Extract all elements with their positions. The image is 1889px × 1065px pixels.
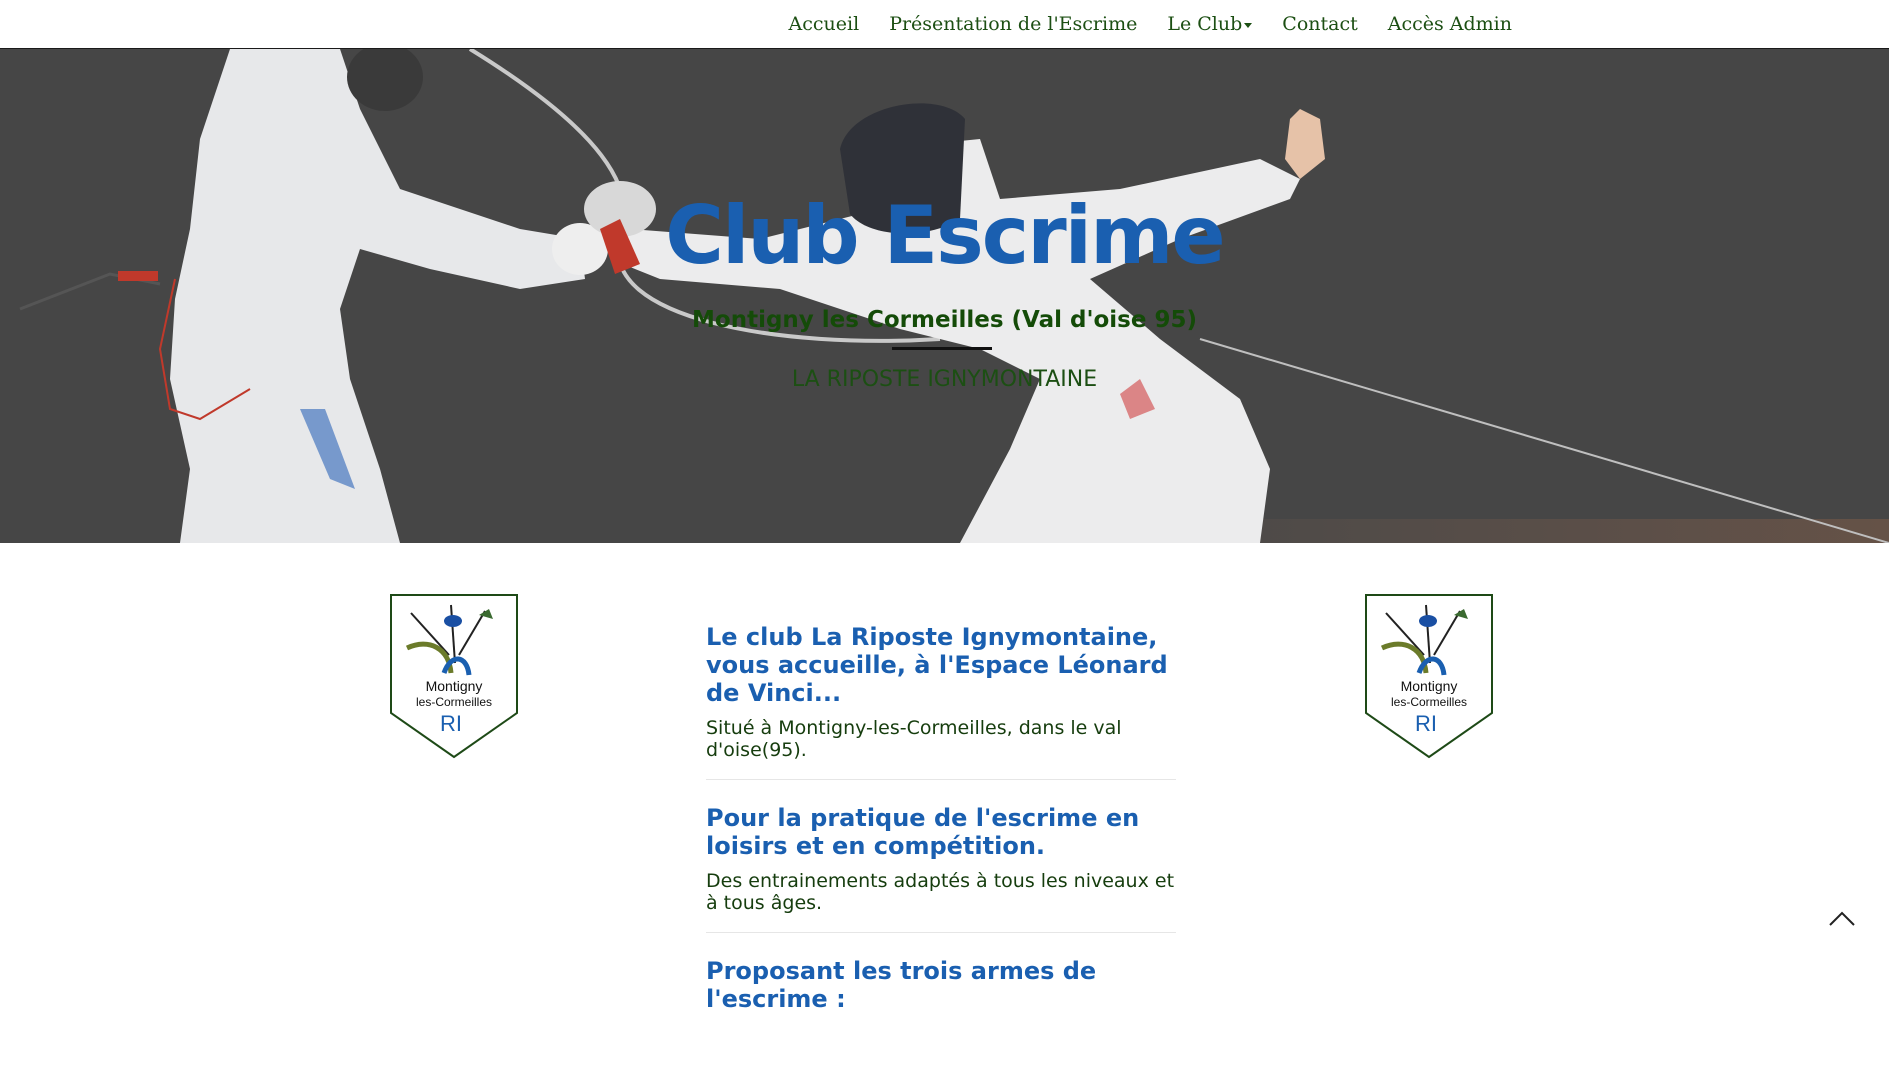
hero-banner: Club Escrime Montigny les Cormeilles (Va… — [0, 49, 1889, 543]
caret-down-icon — [1244, 22, 1253, 28]
nav-link-presentation[interactable]: Présentation de l'Escrime — [889, 13, 1137, 35]
nav-link-le-club-label: Le Club — [1167, 13, 1243, 35]
logo-text-initials: RI — [1415, 711, 1437, 736]
nav-link-contact[interactable]: Contact — [1282, 13, 1357, 35]
nav-link-le-club[interactable]: Le Club — [1167, 13, 1253, 35]
feature-list: Le club La Riposte Ignymontaine, vous ac… — [706, 623, 1176, 1065]
club-logo-left: Montigny les-Cormeilles RI — [390, 594, 518, 759]
scroll-to-top-icon[interactable] — [1828, 908, 1856, 928]
nav-link-accueil[interactable]: Accueil — [789, 13, 860, 35]
feature-item: Le club La Riposte Ignymontaine, vous ac… — [706, 623, 1176, 780]
hero-subtitle: Montigny les Cormeilles (Val d'oise 95) — [692, 307, 1197, 333]
logo-text-cormeilles: les-Cormeilles — [1391, 695, 1467, 709]
feature-title: Proposant les trois armes de l'escrime : — [706, 957, 1097, 1013]
club-logo-right: Montigny les-Cormeilles RI — [1365, 594, 1493, 759]
nav-menu: Accueil Présentation de l'Escrime Le Clu… — [789, 0, 1512, 48]
feature-text: Situé à Montigny-les-Cormeilles, dans le… — [706, 717, 1122, 761]
feature-title: Le club La Riposte Ignymontaine, vous ac… — [706, 623, 1168, 707]
logo-text-montigny: Montigny — [426, 678, 483, 694]
feature-item: Proposant les trois armes de l'escrime : — [706, 957, 1176, 1041]
hero-divider — [892, 347, 992, 350]
fencing-photo — [0, 49, 1889, 543]
hero-tagline: LA RIPOSTE IGNYMONTAINE — [791, 367, 1098, 392]
hero-title: Club Escrime — [665, 189, 1225, 282]
logo-text-montigny: Montigny — [1401, 678, 1458, 694]
top-navbar: Accueil Présentation de l'Escrime Le Clu… — [0, 0, 1889, 49]
logo-text-cormeilles: les-Cormeilles — [416, 695, 492, 709]
logo-text-initials: RI — [440, 711, 462, 736]
feature-title: Pour la pratique de l'escrime en loisirs… — [706, 804, 1140, 860]
nav-link-acces-admin[interactable]: Accès Admin — [1388, 13, 1512, 35]
feature-text: Des entrainements adaptés à tous les niv… — [706, 870, 1175, 914]
feature-item: Pour la pratique de l'escrime en loisirs… — [706, 804, 1176, 933]
